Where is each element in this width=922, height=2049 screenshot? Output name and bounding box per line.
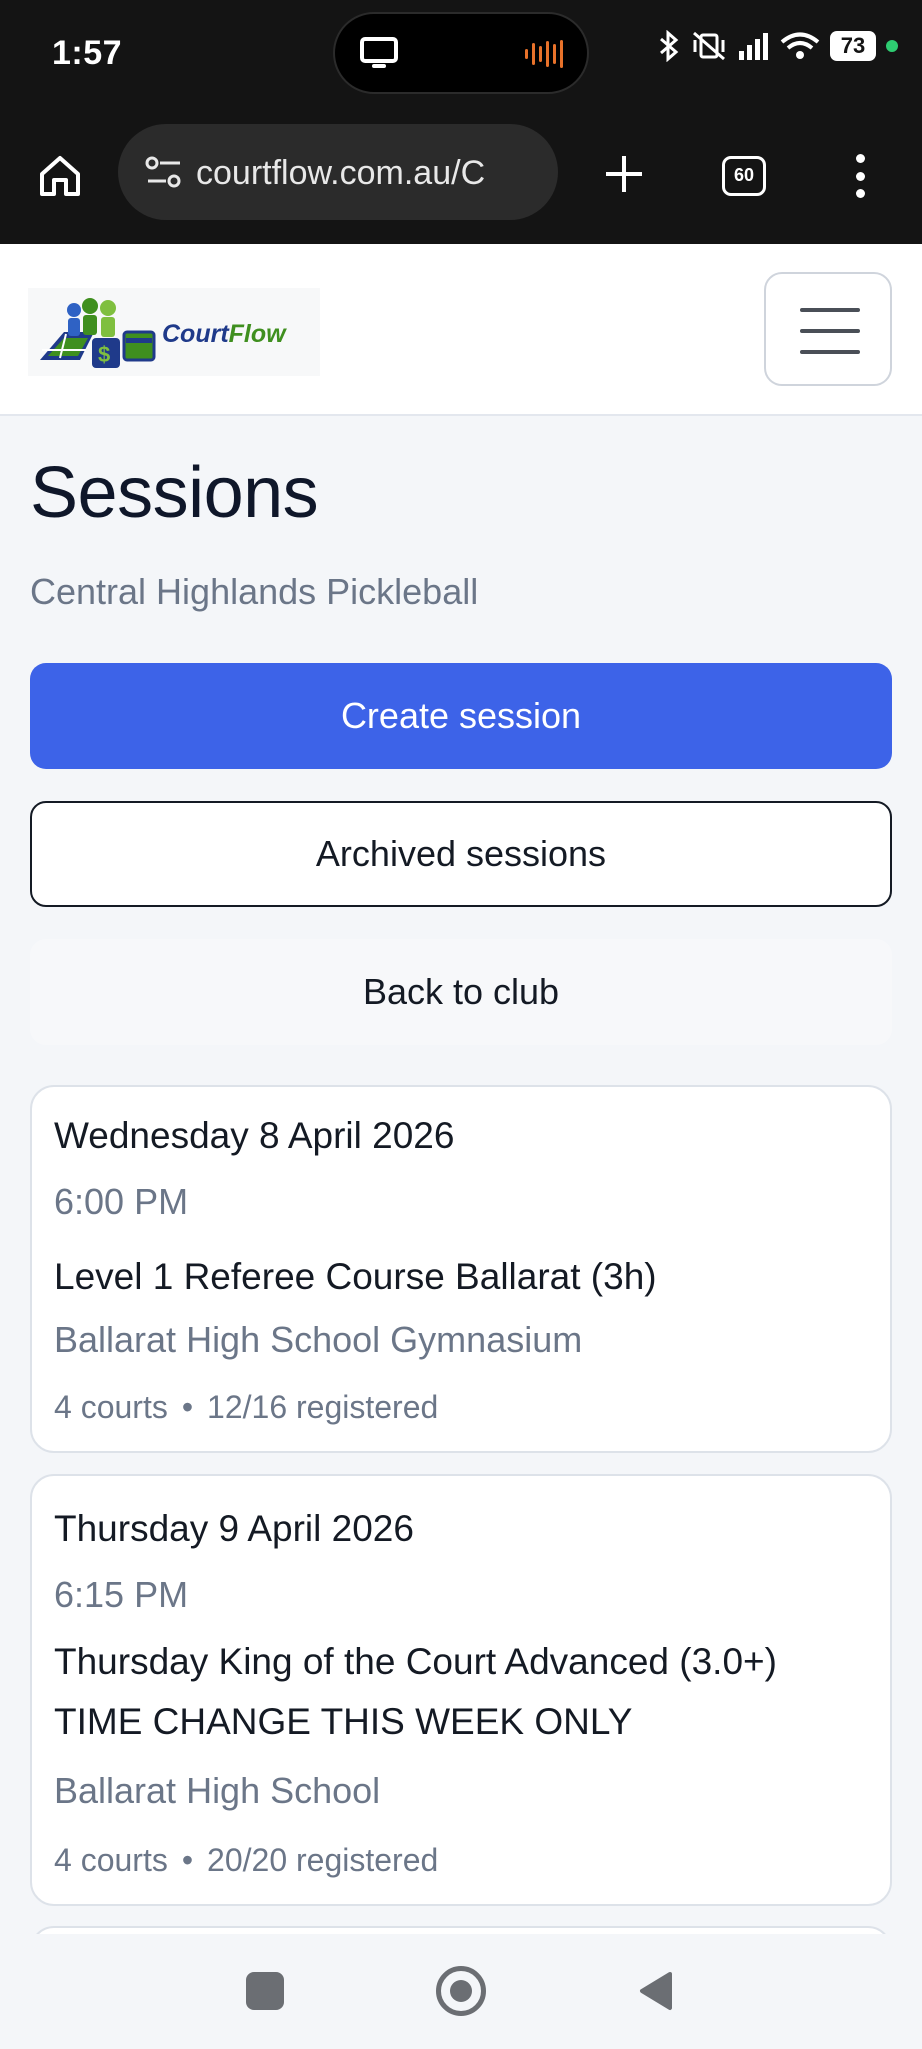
- courtflow-logo[interactable]: $ CourtFlow: [28, 288, 320, 376]
- home-icon[interactable]: [36, 152, 84, 200]
- wifi-icon: [780, 32, 820, 59]
- system-nav-bar: [0, 1934, 922, 2049]
- battery-icon: 73: [830, 31, 876, 61]
- status-bar: 1:57 73: [0, 0, 922, 110]
- recents-icon[interactable]: [246, 1972, 284, 2010]
- dynamic-island: [333, 12, 589, 94]
- archived-sessions-button[interactable]: Archived sessions: [30, 801, 892, 907]
- tab-switcher-button[interactable]: 60: [722, 156, 766, 196]
- session-date: Wednesday 8 April 2026: [54, 1115, 455, 1156]
- separator-dot: •: [181, 1842, 194, 1878]
- session-meta: 4 courts • 12/16 registered: [54, 1389, 438, 1426]
- session-registered: 20/20 registered: [207, 1842, 439, 1878]
- session-date: Thursday 9 April 2026: [54, 1508, 414, 1549]
- session-title: Level 1 Referee Course Ballarat (3h): [54, 1256, 657, 1297]
- session-card[interactable]: Thursday 9 April 2026 6:15 PM Thursday K…: [30, 1474, 892, 1906]
- signal-icon: [739, 33, 768, 60]
- address-bar[interactable]: courtflow.com.au/C: [118, 124, 558, 220]
- club-name: Central Highlands Pickleball: [30, 571, 479, 612]
- session-meta: 4 courts • 20/20 registered: [54, 1842, 438, 1879]
- site-header: $ CourtFlow: [0, 244, 922, 416]
- cast-icon: [360, 37, 398, 68]
- url-text: courtflow.com.au/C: [196, 154, 486, 192]
- back-to-club-button[interactable]: Back to club: [30, 939, 892, 1045]
- session-venue: Ballarat High School: [54, 1770, 381, 1811]
- logo-graphic-icon: $: [40, 298, 156, 368]
- session-venue: Ballarat High School Gymnasium: [54, 1319, 583, 1360]
- site-settings-icon[interactable]: [144, 154, 184, 190]
- browser-toolbar: courtflow.com.au/C 60: [0, 110, 922, 244]
- session-time: 6:00 PM: [54, 1181, 189, 1222]
- home-button-icon[interactable]: [436, 1966, 486, 2016]
- back-icon[interactable]: [638, 1970, 674, 2012]
- more-options-icon[interactable]: [848, 152, 872, 200]
- create-session-button[interactable]: Create session: [30, 663, 892, 769]
- session-time: 6:15 PM: [54, 1574, 189, 1615]
- status-icons: 73: [658, 30, 898, 62]
- new-tab-icon[interactable]: [600, 150, 648, 198]
- session-card[interactable]: Wednesday 8 April 2026 6:00 PM Level 1 R…: [30, 1085, 892, 1453]
- svg-text:$: $: [98, 342, 110, 367]
- page-title: Sessions: [30, 453, 319, 533]
- bluetooth-icon: [660, 30, 679, 62]
- session-courts: 4 courts: [54, 1842, 168, 1878]
- equalizer-icon: [525, 40, 563, 68]
- nav-menu-button[interactable]: [764, 272, 892, 386]
- session-courts: 4 courts: [54, 1389, 168, 1425]
- session-title: Thursday King of the Court Advanced (3.0…: [54, 1641, 777, 1742]
- status-time: 1:57: [52, 34, 123, 72]
- privacy-indicator-dot: [886, 40, 898, 52]
- logo-wordmark: CourtFlow: [162, 320, 286, 348]
- phone-screen: 1:57 73 courtflow.com.au/C 60 $ CourtFlo…: [0, 0, 922, 2049]
- vibrate-off-icon: [693, 31, 725, 61]
- session-registered: 12/16 registered: [207, 1389, 439, 1425]
- separator-dot: •: [181, 1389, 194, 1425]
